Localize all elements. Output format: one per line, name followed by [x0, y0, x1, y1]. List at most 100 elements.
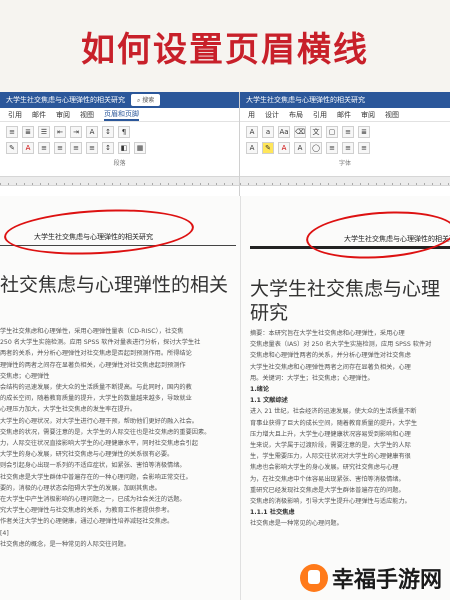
- left-body-line: 交焦虑；心理弹性: [0, 372, 50, 380]
- right-doc-name: 大学生社交焦虑与心理弹性的相关研究: [246, 96, 365, 104]
- left-body-line: 大学生的身心发展，研究社交焦虑与心理弹性的关系很有必要。: [0, 451, 174, 459]
- justify-icon[interactable]: ≡: [86, 142, 98, 154]
- char-border-icon[interactable]: ▢: [326, 126, 338, 138]
- numbering-icon[interactable]: ≣: [22, 126, 34, 138]
- tab-references-right[interactable]: 引用: [313, 110, 327, 120]
- page-split: [240, 196, 241, 600]
- left-body-line: 社交焦虑是大学生群体中普遍存在的一种心理问题，会影响正常交往。: [0, 473, 192, 481]
- left-body-line: 则会引起身心出现一系列的不适应症状，如紧张、害怕等消极情绪。: [0, 462, 186, 470]
- decrease-indent-icon[interactable]: ⇤: [54, 126, 66, 138]
- justify-right-icon[interactable]: ≡: [358, 142, 370, 154]
- align-center-icon[interactable]: ≡: [54, 142, 66, 154]
- left-body-line: 大学生的心理状况，对大学生进行心理干预，帮助他们更好的融入社会。: [0, 417, 198, 425]
- left-word-window: 大学生社交焦虑与心理弹性的相关研究 ⌕ 搜索 引用 邮件 审阅 视图 页眉和页脚…: [0, 92, 240, 196]
- shading-icon[interactable]: ◧: [118, 142, 130, 154]
- show-marks-icon[interactable]: ¶: [118, 126, 130, 138]
- font-color-icon[interactable]: A: [22, 142, 34, 154]
- font-color-right-icon[interactable]: A: [278, 142, 290, 154]
- tab-header-footer[interactable]: 页眉和页脚: [104, 109, 139, 121]
- right-subsection-heading: 1.1 文献综述: [250, 397, 288, 405]
- search-icon: ⌕: [137, 97, 141, 104]
- right-body-line: 生，学生需要压力，人际交往状况对大学生的心理健康有很: [250, 453, 411, 461]
- left-body-line: 交焦虑的状况，需要注意的是，大学生的人际交往也是社交焦虑的重要因素。: [0, 428, 211, 436]
- chinese-layout-icon[interactable]: A: [86, 126, 98, 138]
- font-group-label: 字体: [338, 160, 351, 167]
- tab-mailings-right[interactable]: 邮件: [337, 110, 351, 120]
- right-subsection-heading: 1.1.1 社交焦虑: [250, 509, 295, 517]
- paragraph-group-label: 段落: [113, 160, 126, 167]
- tab-use[interactable]: 用: [248, 110, 255, 120]
- right-section-heading: 1.绪论: [250, 386, 270, 394]
- highlight-right-icon[interactable]: ✎: [262, 142, 274, 154]
- align-left-right-icon[interactable]: ≡: [326, 142, 338, 154]
- left-body-line: 心理压力加大，大学生社交焦虑的发生率在提升。: [0, 406, 137, 414]
- search-label: 搜索: [142, 97, 155, 104]
- enclose-char-icon[interactable]: ◯: [310, 142, 322, 154]
- right-body-line: 为，在社交焦虑中个体容易出现紧张、害怕等消极情绪。: [250, 475, 405, 483]
- title-banner: 如何设置页眉横线: [0, 0, 450, 92]
- tab-layout[interactable]: 布局: [289, 110, 303, 120]
- sort-icon[interactable]: ↕: [102, 126, 114, 138]
- watermark: 幸福手游网: [299, 562, 442, 594]
- right-body-line: 交焦虑的消极影响，引导大学生提升心理弹性与适应能力。: [250, 498, 411, 506]
- left-body-line: 力，人际交往状况直接影响大学生的心理健康水平，同时社交焦虑会引起: [0, 440, 198, 448]
- right-annotation-circle: [304, 206, 450, 264]
- tab-design[interactable]: 设计: [265, 110, 279, 120]
- bullets-right-icon[interactable]: ≡: [342, 126, 354, 138]
- right-body-line: 育事业获得了巨大的成长空间，随着教育质量的提升，大学生: [250, 419, 418, 427]
- tab-mailings[interactable]: 邮件: [32, 110, 46, 120]
- align-left-icon[interactable]: ≡: [38, 142, 50, 154]
- left-body-line: 要的，消极的心理状态会阻碍大学生的发展，加剧其焦虑。: [0, 484, 161, 492]
- tab-review-right[interactable]: 审阅: [361, 110, 375, 120]
- right-body-line: 焦虑也会影响大学生的身心发展。研究社交焦虑与心理: [250, 464, 399, 472]
- right-toolbar: A a Aa ⌫ 文 ▢ ≡ ≣ A ✎ A A ◯ ≡ ≡ ≡ 字体: [240, 122, 450, 174]
- tab-view-right[interactable]: 视图: [385, 110, 399, 120]
- tab-references[interactable]: 引用: [8, 110, 22, 120]
- right-body-line: 大学生社交焦虑和心理弹性两者之间存在显著负相关，心理: [250, 363, 411, 371]
- left-body-line: 会结构的迅速发展，使大众的生活质量不断提高。与此同时，国内的教: [0, 384, 192, 392]
- line-spacing-icon[interactable]: ↕: [102, 142, 114, 154]
- left-ribbon-tabs: 引用 邮件 审阅 视图 页眉和页脚: [0, 108, 239, 122]
- left-ruler[interactable]: [0, 176, 239, 186]
- numbering-right-icon[interactable]: ≣: [358, 126, 370, 138]
- grow-font-icon[interactable]: A: [246, 126, 258, 138]
- highlight-icon[interactable]: ✎: [6, 142, 18, 154]
- right-ruler[interactable]: [240, 176, 450, 186]
- change-case-icon[interactable]: Aa: [278, 126, 290, 138]
- right-body-line: 重研究已经发现社交焦虑是大学生群体普遍存在的问题。: [250, 486, 405, 494]
- tab-review[interactable]: 审阅: [56, 110, 70, 120]
- increase-indent-icon[interactable]: ⇥: [70, 126, 82, 138]
- right-heading-line2: 研究: [250, 302, 289, 324]
- left-doc-name: 大学生社交焦虑与心理弹性的相关研究: [6, 96, 125, 104]
- left-titlebar: 大学生社交焦虑与心理弹性的相关研究 ⌕ 搜索: [0, 92, 239, 108]
- multilevel-icon[interactable]: ☰: [38, 126, 50, 138]
- right-ribbon-tabs: 用 设计 布局 引用 邮件 审阅 视图: [240, 108, 450, 122]
- clear-format-icon[interactable]: ⌫: [294, 126, 306, 138]
- right-body-line: 交焦虑量表（IAS）对 250 名大学生实施检测，应用 SPSS 软件对: [250, 341, 432, 349]
- left-body-line: 在大学生中产生消极影响的心理问题之一，已成为社会关注的话题。: [0, 496, 186, 504]
- char-shading-icon[interactable]: A: [294, 142, 306, 154]
- phonetic-icon[interactable]: 文: [310, 126, 322, 138]
- left-body: 学生社交焦虑和心理弹性，采用心理弹性量表（CD-RISC），社交焦 250 名大…: [0, 326, 236, 600]
- align-right-icon[interactable]: ≡: [70, 142, 82, 154]
- right-titlebar: 大学生社交焦虑与心理弹性的相关研究: [240, 92, 450, 108]
- left-body-line: 的成长空间，随着教育质量的提升，大学生的数量越来越多，导致就业: [0, 395, 192, 403]
- left-body-line: 250 名大学生实施检测。应用 SPSS 软件对量表进行分析，探讨大学生社: [0, 339, 201, 347]
- left-heading: 社交焦虑与心理弹性的相关: [0, 274, 229, 296]
- search-box[interactable]: ⌕ 搜索: [131, 94, 161, 106]
- left-toolbar: ≡ ≣ ☰ ⇤ ⇥ A ↕ ¶ ✎ A ≡ ≡ ≡ ≡ ↕ ◧ ▦ 段落: [0, 122, 239, 174]
- shrink-font-icon[interactable]: a: [262, 126, 274, 138]
- borders-icon[interactable]: ▦: [134, 142, 146, 154]
- right-body-line: 交焦虑和心理弹性两者的关系，并分析心理弹性对社交焦虑: [250, 352, 411, 360]
- left-body-line: 两者的关系，并分析心理弹性对社交焦虑是否起到预测作用。所得结论: [0, 350, 192, 358]
- right-body-line: 压力增大且上升，大学生心理健康状况容易受到影响和心理: [250, 430, 411, 438]
- align-center-right-icon[interactable]: ≡: [342, 142, 354, 154]
- right-body-line: 进入 21 世纪，社会经济的迅速发展，使大众的生活质量不断: [250, 408, 417, 416]
- right-body: 摘要：本研究旨在大学生社交焦虑和心理弹性，采用心理 交焦虑量表（IAS）对 25…: [250, 328, 450, 600]
- left-body-line: 学生社交焦虑和心理弹性，采用心理弹性量表（CD-RISC），社交焦: [0, 328, 184, 335]
- right-heading-line1: 大学生社交焦虑与心理: [250, 278, 441, 300]
- text-effects-icon[interactable]: A: [246, 142, 258, 154]
- bullets-icon[interactable]: ≡: [6, 126, 18, 138]
- tab-view[interactable]: 视图: [80, 110, 94, 120]
- left-body-line: 社交焦虑的概念，是一种常见的人际交往问题。: [0, 540, 130, 548]
